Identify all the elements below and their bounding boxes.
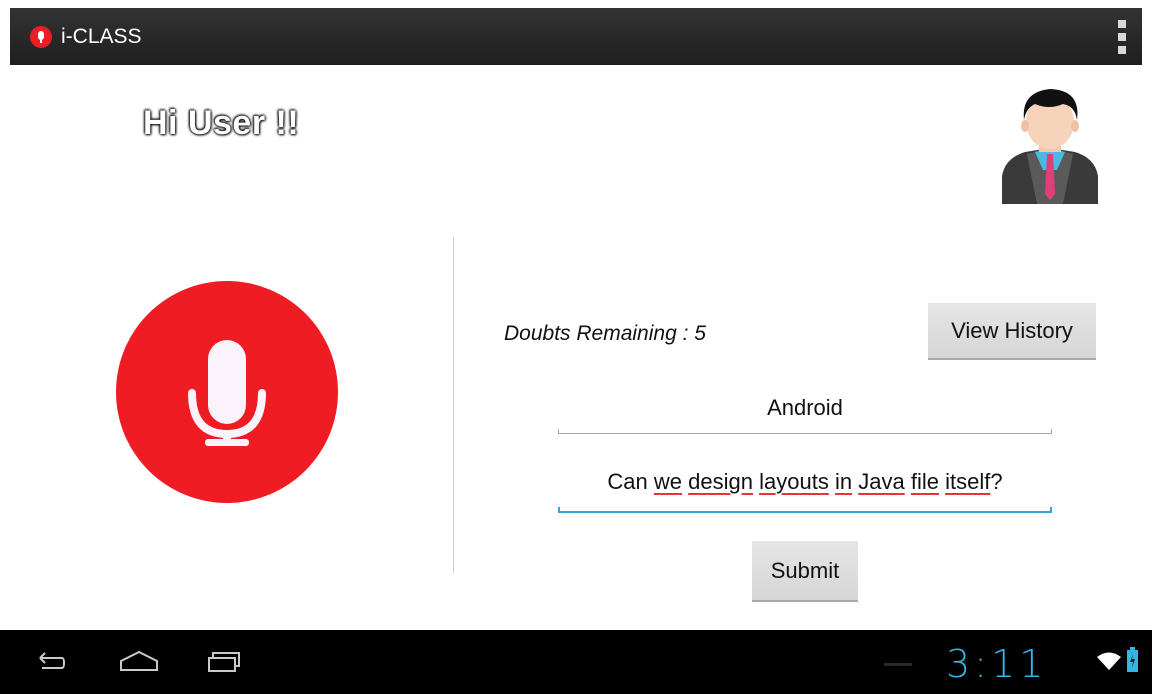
subject-input-underline [558, 429, 1052, 434]
question-word: Can [607, 469, 648, 494]
greeting-text: Hi User !! [143, 104, 300, 142]
question-word: we [653, 469, 683, 494]
back-icon[interactable] [34, 644, 68, 678]
voice-input-button[interactable] [116, 281, 338, 503]
wifi-icon [1097, 652, 1121, 670]
microphone-icon [188, 340, 266, 446]
app-mic-icon [30, 25, 52, 48]
doubts-remaining-label: Doubts Remaining : 5 [504, 322, 706, 345]
user-avatar-icon[interactable] [997, 84, 1103, 204]
recents-icon[interactable] [205, 644, 241, 678]
question-word: itself [945, 469, 991, 494]
view-history-button[interactable]: View History [928, 303, 1096, 360]
question-word: layouts [759, 469, 829, 494]
status-clock: 3:11 [946, 642, 1048, 686]
question-word: in [834, 469, 853, 494]
question-input[interactable]: Can we design layouts in Java file itsel… [558, 469, 1052, 509]
overflow-menu-icon[interactable] [1118, 20, 1126, 54]
question-word: design [688, 469, 753, 494]
question-word: Java [858, 469, 905, 494]
question-suffix: ? [990, 469, 1003, 494]
action-bar: i-CLASS [10, 8, 1142, 65]
submit-button[interactable]: Submit [752, 541, 858, 602]
top-strip [0, 0, 1152, 8]
home-icon[interactable] [117, 644, 161, 678]
app-title: i-CLASS [61, 24, 142, 48]
vertical-divider [453, 237, 454, 573]
question-input-underline [558, 507, 1052, 513]
subject-input[interactable]: Android [558, 395, 1052, 435]
notification-dash [884, 663, 912, 666]
question-word: file [910, 469, 939, 494]
battery-charging-icon [1127, 647, 1138, 672]
